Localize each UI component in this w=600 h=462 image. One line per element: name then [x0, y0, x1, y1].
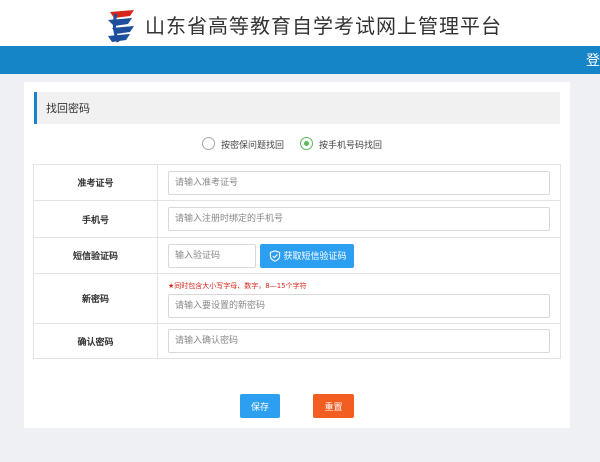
form-row-exam-id: 准考证号	[33, 164, 561, 201]
radio-circle-checked[interactable]	[300, 137, 313, 150]
exam-id-input[interactable]	[168, 170, 550, 195]
save-button[interactable]: 保存	[240, 394, 280, 418]
form-row-confirm-password: 确认密码	[33, 323, 561, 359]
form-row-sms-code: 短信验证码 获取短信验证码	[33, 237, 561, 274]
shield-check-icon	[269, 249, 281, 262]
section-title: 找回密码	[46, 102, 90, 115]
exam-id-label: 准考证号	[33, 164, 158, 201]
top-navbar: 登	[0, 46, 600, 74]
exam-id-cell	[157, 164, 561, 201]
new-password-input[interactable]	[168, 293, 550, 318]
radio-label: 按密保问题找回	[221, 141, 285, 151]
section-header: 找回密码	[34, 92, 560, 124]
site-title: 山东省高等教育自学考试网上管理平台	[145, 14, 502, 38]
get-sms-code-button[interactable]: 获取短信验证码	[260, 243, 354, 268]
sms-button-label: 获取短信验证码	[283, 252, 347, 262]
login-link[interactable]: 登	[586, 50, 600, 70]
sms-code-cell: 获取短信验证码	[157, 237, 561, 274]
phone-label: 手机号	[33, 200, 158, 238]
recovery-form-table: 准考证号 手机号 短信验证码 获取短信验证码 新密码 ★同时包含大小写字母、数字…	[33, 164, 561, 359]
sms-code-input[interactable]	[168, 243, 256, 268]
password-rule-hint: ★同时包含大小写字母、数字，8—15个字符	[168, 281, 307, 290]
radio-label: 按手机号码找回	[319, 141, 383, 151]
phone-cell	[157, 200, 561, 238]
password-recovery-card: 找回密码 按密保问题找回 按手机号码找回 准考证号 手机号 短信验证码	[24, 82, 570, 428]
reset-button[interactable]: 重置	[313, 394, 354, 418]
form-row-phone: 手机号	[33, 200, 561, 238]
confirm-password-label: 确认密码	[33, 323, 158, 359]
phone-input[interactable]	[168, 207, 550, 231]
form-row-new-password: 新密码 ★同时包含大小写字母、数字，8—15个字符	[33, 273, 561, 324]
confirm-password-cell	[157, 323, 561, 359]
radio-circle-unchecked[interactable]	[202, 137, 215, 150]
confirm-password-input[interactable]	[168, 329, 550, 353]
header: 山东省高等教育自学考试网上管理平台	[0, 0, 600, 46]
new-password-label: 新密码	[33, 273, 158, 324]
logo-icon	[108, 10, 134, 43]
sms-code-label: 短信验证码	[33, 237, 158, 274]
new-password-cell: ★同时包含大小写字母、数字，8—15个字符	[157, 273, 561, 324]
